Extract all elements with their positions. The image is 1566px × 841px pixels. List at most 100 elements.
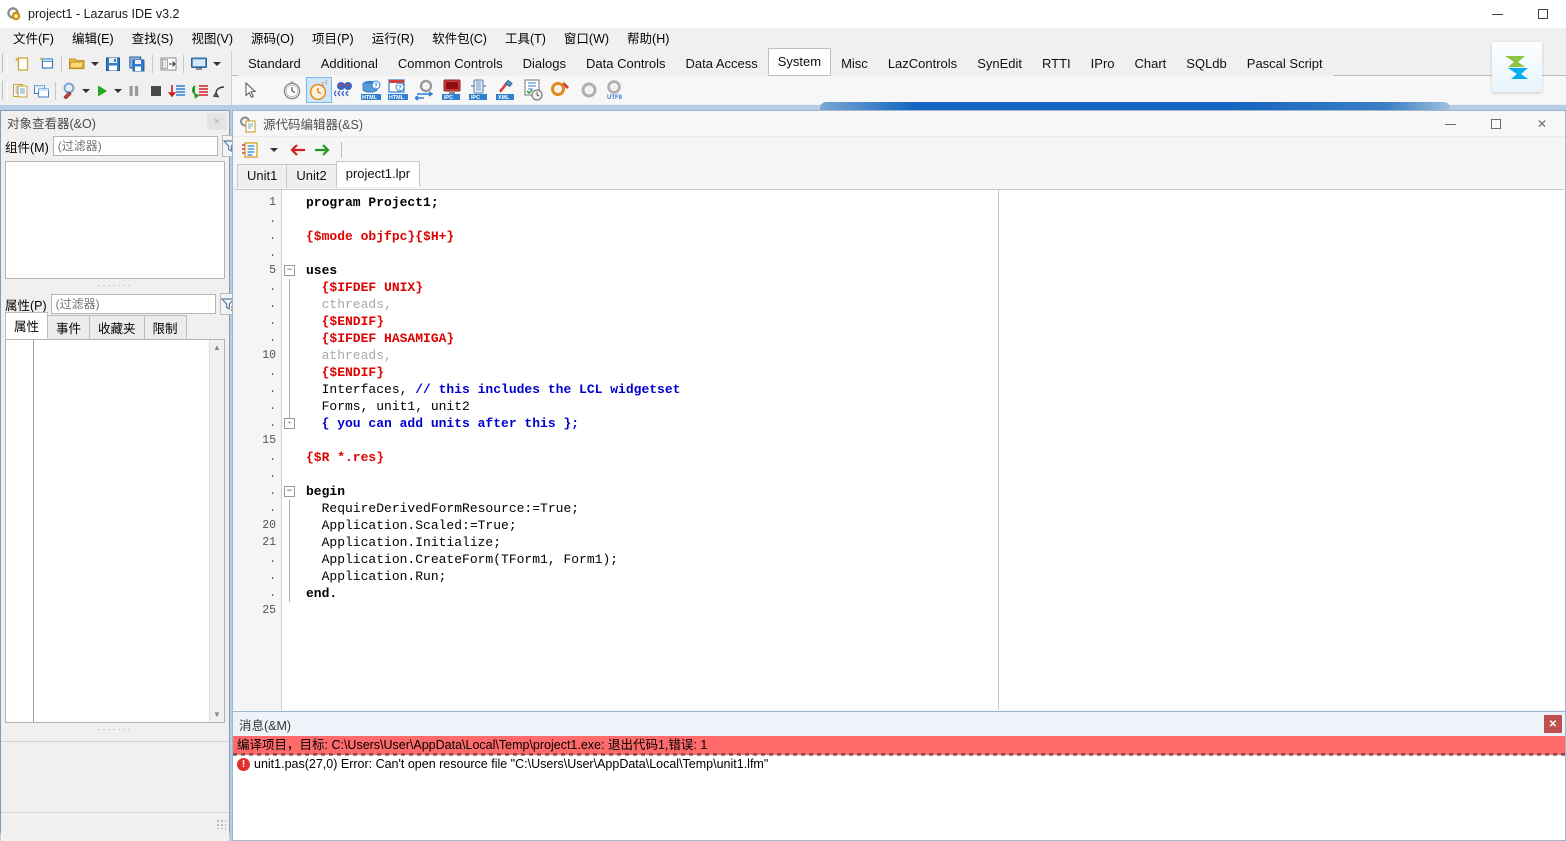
source-editor-close-button[interactable]: ✕ (1519, 111, 1565, 137)
menu-file[interactable]: 文件(F) (4, 29, 63, 50)
fold-marker[interactable] (282, 313, 298, 330)
utf8-process-icon[interactable]: UTF8 (603, 77, 629, 103)
toggle-form-unit-button[interactable] (156, 52, 180, 75)
fold-end-icon[interactable]: · (284, 418, 295, 429)
code-line[interactable] (298, 432, 1564, 449)
code-line[interactable]: uses (298, 262, 1564, 279)
step-over-button[interactable] (188, 79, 209, 102)
scroll-down-icon[interactable]: ▼ (210, 707, 224, 722)
new-form-button[interactable] (34, 52, 58, 75)
code-line[interactable]: cthreads, (298, 296, 1564, 313)
fold-marker[interactable] (282, 585, 298, 602)
xml-config-icon[interactable]: XML (495, 77, 521, 103)
code-line[interactable]: RequireDerivedFormResource:=True; (298, 500, 1564, 517)
browse-unit-icon[interactable] (239, 139, 261, 161)
code-line[interactable]: Forms, unit1, unit2 (298, 398, 1564, 415)
message-row-resource-error[interactable]: ! unit1.pas(27,0) Error: Can't open reso… (233, 755, 1565, 774)
code-line[interactable]: { you can add units after this }; (298, 415, 1564, 432)
fold-marker[interactable] (282, 568, 298, 585)
code-line[interactable]: athreads, (298, 347, 1564, 364)
async-process-icon[interactable] (549, 77, 575, 103)
run-dropdown[interactable] (113, 79, 124, 102)
property-grid-scrollbar[interactable]: ▲ ▼ (209, 340, 224, 722)
palette-tab-data-controls[interactable]: Data Controls (576, 51, 675, 76)
code-line[interactable] (298, 466, 1564, 483)
build-dropdown[interactable] (81, 79, 92, 102)
event-log-icon[interactable] (522, 77, 548, 103)
toolbar-grip[interactable] (2, 54, 8, 73)
step-out-button[interactable] (210, 79, 231, 102)
code-line[interactable]: Interfaces, // this includes the LCL wid… (298, 381, 1564, 398)
view-units-button[interactable] (187, 52, 211, 75)
view-units-dropdown[interactable] (211, 52, 223, 75)
stop-button[interactable] (145, 79, 166, 102)
pointer-icon[interactable] (238, 77, 264, 103)
code-fold-column[interactable]: − · − (282, 190, 298, 710)
palette-tab-standard[interactable]: Standard (238, 51, 311, 76)
view-forms-button[interactable] (10, 79, 31, 102)
code-line[interactable] (298, 245, 1564, 262)
palette-tab-ipro[interactable]: IPro (1081, 51, 1125, 76)
palette-tab-system[interactable]: System (768, 48, 831, 75)
oi-tab-favorites[interactable]: 收藏夹 (89, 315, 145, 340)
pause-button[interactable] (124, 79, 145, 102)
minimize-button[interactable] (1474, 0, 1520, 28)
editor-tab-unit1[interactable]: Unit1 (237, 164, 287, 188)
code-line[interactable]: Application.Initialize; (298, 534, 1564, 551)
code-editor-area[interactable]: 1...5....10....15....2021...25 −·− progr… (234, 189, 1564, 710)
fold-marker[interactable] (282, 534, 298, 551)
maximize-button[interactable] (1520, 0, 1566, 28)
code-line[interactable]: begin (298, 483, 1564, 500)
component-filter-input[interactable] (53, 136, 218, 156)
palette-tab-synedit[interactable]: SynEdit (967, 51, 1032, 76)
editor-tab-unit2[interactable]: Unit2 (286, 164, 336, 188)
palette-tab-pascal-script[interactable]: Pascal Script (1237, 51, 1333, 76)
oi-tab-properties[interactable]: 属性 (5, 312, 48, 339)
code-line[interactable] (298, 602, 1564, 619)
component-tree-list[interactable] (5, 161, 225, 279)
view-units2-button[interactable] (31, 79, 52, 102)
back-arrow-icon[interactable] (287, 139, 309, 161)
fold-marker[interactable] (282, 279, 298, 296)
forward-arrow-icon[interactable] (311, 139, 333, 161)
menu-view[interactable]: 视图(V) (182, 29, 242, 50)
fold-marker[interactable] (282, 398, 298, 415)
open-file-button[interactable] (65, 52, 89, 75)
idle-timer-icon[interactable]: z z (306, 77, 332, 103)
fold-collapse-icon[interactable]: − (284, 265, 295, 276)
palette-tab-sqldb[interactable]: SQLdb (1176, 51, 1236, 76)
code-text-area[interactable]: program Project1; {$mode objfpc}{$H+} us… (298, 190, 1564, 710)
menu-help[interactable]: 帮助(H) (618, 29, 678, 50)
palette-tab-data-access[interactable]: Data Access (675, 51, 767, 76)
open-file-dropdown[interactable] (89, 52, 101, 75)
source-editor-minimize-button[interactable] (1427, 111, 1473, 137)
code-line[interactable]: Application.CreateForm(TForm1, Form1); (298, 551, 1564, 568)
fold-marker[interactable]: − (282, 483, 298, 500)
timer-icon[interactable] (279, 77, 305, 103)
lazarus-logo-icon[interactable] (1492, 42, 1542, 92)
palette-tab-chart[interactable]: Chart (1125, 51, 1177, 76)
message-row-compile-error[interactable]: 编译项目，目标: C:\Users\User\AppData\Local\Tem… (233, 736, 1565, 755)
fold-marker[interactable] (282, 347, 298, 364)
code-line[interactable]: program Project1; (298, 194, 1564, 211)
menu-tools[interactable]: 工具(T) (496, 29, 555, 50)
process-utility-icon[interactable] (414, 77, 440, 103)
palette-tab-additional[interactable]: Additional (311, 51, 388, 76)
palette-tab-common-controls[interactable]: Common Controls (388, 51, 513, 76)
fold-marker[interactable] (282, 551, 298, 568)
html-datasource-icon[interactable]: ? HTML (360, 77, 386, 103)
chevron-down-icon[interactable] (263, 139, 285, 161)
menu-search[interactable]: 查找(S) (123, 29, 183, 50)
code-line[interactable]: Application.Scaled:=True; (298, 517, 1564, 534)
code-line[interactable]: {$ENDIF} (298, 313, 1564, 330)
new-unit-button[interactable] (10, 52, 34, 75)
process-icon[interactable] (333, 77, 359, 103)
fold-collapse-icon[interactable]: − (284, 486, 295, 497)
palette-tab-rtti[interactable]: RTTI (1032, 51, 1081, 76)
system-gear-icon[interactable] (576, 77, 602, 103)
menu-run[interactable]: 运行(R) (363, 29, 423, 50)
ipc-client-icon[interactable]: IPC (468, 77, 494, 103)
property-grid[interactable]: ▲ ▼ (5, 339, 225, 723)
step-into-button[interactable] (167, 79, 188, 102)
code-line[interactable]: {$IFDEF HASAMIGA} (298, 330, 1564, 347)
